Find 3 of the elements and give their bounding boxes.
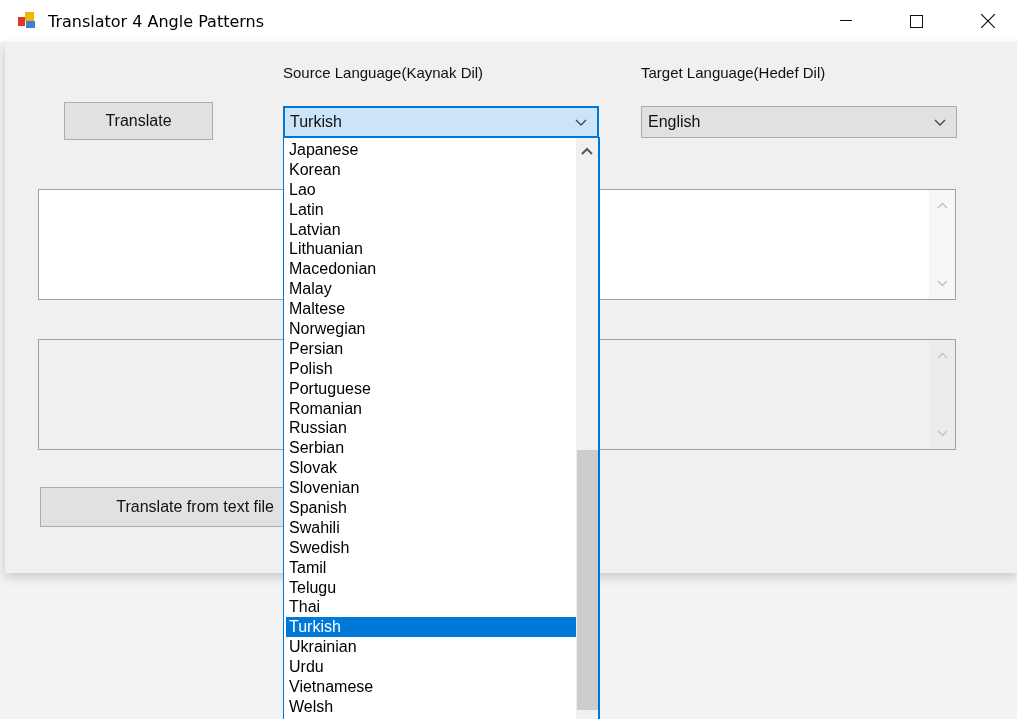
target-language-label: Target Language(Hedef Dil) (641, 64, 826, 83)
source-language-label: Source Language(Kaynak Dil) (283, 64, 485, 83)
window-title: Translator 4 Angle Patterns (48, 11, 265, 31)
